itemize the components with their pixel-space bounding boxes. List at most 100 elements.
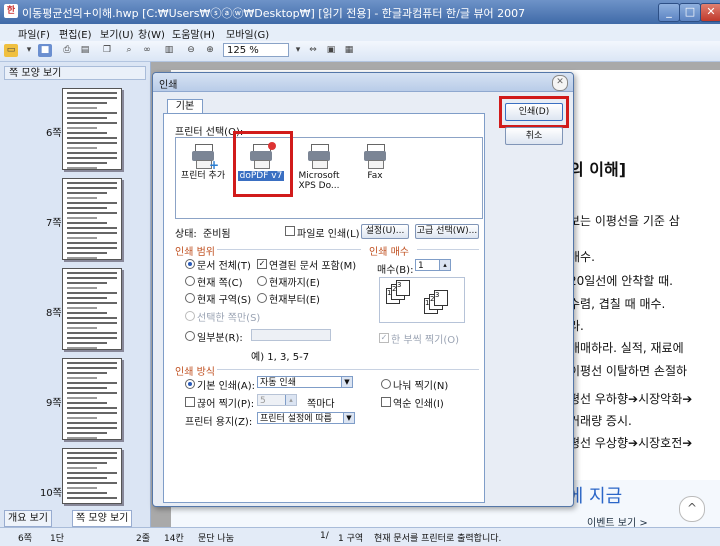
option-current-section: 현재 구역(S): [197, 295, 252, 306]
radio-partial[interactable]: [185, 331, 195, 341]
menu-mobile[interactable]: 모바일(G): [226, 26, 269, 41]
option-linked-docs: 연결된 문서 포함(M): [269, 261, 357, 272]
method-group-title: 인쇄 방식: [175, 367, 215, 378]
zoom-select[interactable]: 125 %: [223, 43, 289, 57]
copy-icon[interactable]: ❐: [100, 44, 114, 57]
status-section-count: 1/: [320, 531, 329, 541]
paper-select[interactable]: 프린터 설정에 따름 ▼: [257, 412, 355, 424]
open-icon[interactable]: ▭: [4, 44, 18, 57]
page-label: 10쪽: [40, 488, 62, 499]
reverse-print-checkbox[interactable]: [381, 397, 391, 407]
printer-name: Microsoft XPS Do...: [298, 171, 340, 191]
menu-file[interactable]: 파일(F): [18, 26, 50, 41]
zoom-in-icon[interactable]: ⊕: [203, 44, 217, 57]
menu-edit[interactable]: 편집(E): [59, 26, 92, 41]
zoom-dropdown-icon[interactable]: ▾: [291, 44, 305, 57]
highlight-box-print-button: [499, 96, 569, 128]
copies-input[interactable]: 1 ▴: [415, 259, 451, 271]
linked-docs-checkbox[interactable]: ✓: [257, 259, 267, 269]
skip-print-input[interactable]: 5 ▴: [257, 394, 297, 406]
cancel-button[interactable]: 취소: [505, 127, 563, 145]
spinner-icon[interactable]: ▴: [439, 260, 450, 270]
status-paragraph: 문단 나눔: [198, 534, 234, 544]
option-from-current: 현재부터(E): [269, 295, 320, 306]
minimize-button[interactable]: _: [658, 3, 680, 22]
divider: [217, 249, 361, 250]
close-button[interactable]: ✕: [700, 3, 720, 22]
page-thumbnail-8[interactable]: [62, 268, 122, 350]
page-view-icon[interactable]: ▥: [162, 44, 176, 57]
settings-button[interactable]: 설정(U)...: [361, 224, 409, 239]
document-line: 이평선 이탈하면 손절하: [569, 364, 688, 378]
menu-window[interactable]: 창(W): [138, 26, 165, 41]
status-line: 2줄: [136, 534, 151, 544]
fit-width-icon[interactable]: ⇔: [306, 44, 320, 57]
binoculars-icon[interactable]: ∞: [140, 44, 154, 57]
printer-item-fax[interactable]: Fax: [348, 144, 402, 181]
status-message: 현재 문서를 프린터로 출력합니다.: [374, 534, 502, 544]
page-thumbnail-10[interactable]: [62, 448, 122, 504]
document-line: 평선 우하향➔시장악화➔: [569, 392, 693, 406]
copies-value: 1: [418, 261, 424, 271]
menu-bar: 파일(F) 편집(E) 보기(U) 창(W) 도움말(H) 모바일(G): [0, 24, 720, 42]
scroll-up-button[interactable]: ^: [679, 496, 705, 522]
print-dialog: 인쇄 ✕ 기본 프린터 선택(O): + 프린터 추가 doPDF v7 Mic…: [152, 72, 574, 507]
document-line: 매매하라. 실적, 재료에: [569, 341, 684, 355]
skip-print-unit: 쪽마다: [307, 399, 335, 410]
menu-help[interactable]: 도움말(H): [172, 26, 215, 41]
page-thumbnail-7[interactable]: [62, 178, 122, 260]
chevron-down-icon[interactable]: ▼: [341, 377, 352, 387]
radio-whole-document[interactable]: [185, 259, 195, 269]
print-to-file-checkbox[interactable]: [285, 226, 295, 236]
maximize-button[interactable]: □: [679, 3, 701, 22]
dropdown-icon[interactable]: ▾: [22, 44, 36, 57]
toolbar: ▭ ▾ ■ ⎙ ▤ ❐ ⌕ ∞ ▥ ⊖ ⊕ 125 % ▾ ⇔ ▣ ▦: [0, 41, 720, 62]
option-whole-document: 문서 전체(T): [197, 261, 251, 272]
collate-checkbox: ✓: [379, 333, 389, 343]
radio-up-to-current[interactable]: [257, 276, 267, 286]
radio-basic-print[interactable]: [185, 379, 195, 389]
zoom-out-icon[interactable]: ⊖: [184, 44, 198, 57]
find-icon[interactable]: ⌕: [122, 44, 136, 57]
radio-split-print[interactable]: [381, 379, 391, 389]
printer-item-xps[interactable]: Microsoft XPS Do...: [292, 144, 346, 191]
document-line: 거래량 증시.: [569, 414, 632, 428]
copies-label: 매수(B):: [377, 265, 414, 276]
printer-name: 프린터 추가: [180, 171, 226, 181]
radio-from-current[interactable]: [257, 293, 267, 303]
save-icon[interactable]: ■: [38, 44, 52, 57]
status-column: 1단: [50, 534, 65, 544]
printer-item-add[interactable]: + 프린터 추가: [176, 144, 230, 181]
option-up-to-current: 현재까지(E): [269, 278, 320, 289]
partial-range-input[interactable]: [251, 329, 331, 341]
page-thumbnail-9[interactable]: [62, 358, 122, 440]
tab-basic[interactable]: 기본: [167, 99, 203, 113]
radio-selected-pages: [185, 311, 195, 321]
chevron-down-icon[interactable]: ▼: [343, 413, 354, 423]
advanced-button[interactable]: 고급 선택(W)...: [415, 224, 479, 239]
print-icon[interactable]: ⎙: [60, 44, 74, 57]
skip-print-label: 끊어 찍기(P):: [197, 399, 255, 410]
spinner-icon[interactable]: ▴: [285, 395, 296, 405]
print-preview-icon[interactable]: ▤: [78, 44, 92, 57]
dialog-close-icon[interactable]: ✕: [552, 75, 568, 91]
basic-print-select[interactable]: 자동 인쇄 ▼: [257, 376, 353, 388]
tab-page-view[interactable]: 쪽 모양 보기: [72, 510, 133, 527]
fit-page-icon[interactable]: ▣: [324, 44, 338, 57]
radio-current-page[interactable]: [185, 276, 195, 286]
multi-page-icon[interactable]: ▦: [342, 44, 356, 57]
radio-current-section[interactable]: [185, 293, 195, 303]
document-line: 20일선에 안착할 때.: [569, 274, 673, 288]
skip-print-value: 5: [260, 396, 266, 406]
menu-view[interactable]: 보기(U): [100, 26, 134, 41]
range-example: 예) 1, 3, 5-7: [251, 352, 310, 363]
copies-group-title: 인쇄 매수: [369, 247, 409, 258]
page-thumbnail-6[interactable]: [62, 88, 122, 170]
panel-tabs: 개요 보기 쪽 모양 보기: [4, 510, 146, 527]
tab-outline-view[interactable]: 개요 보기: [4, 510, 52, 527]
skip-print-checkbox[interactable]: [185, 397, 195, 407]
printer-name: Fax: [367, 171, 383, 181]
document-heading: 의 이해]: [569, 160, 627, 179]
paper-label: 프린터 용지(Z):: [185, 417, 253, 428]
page-label: 6쪽: [46, 128, 62, 139]
